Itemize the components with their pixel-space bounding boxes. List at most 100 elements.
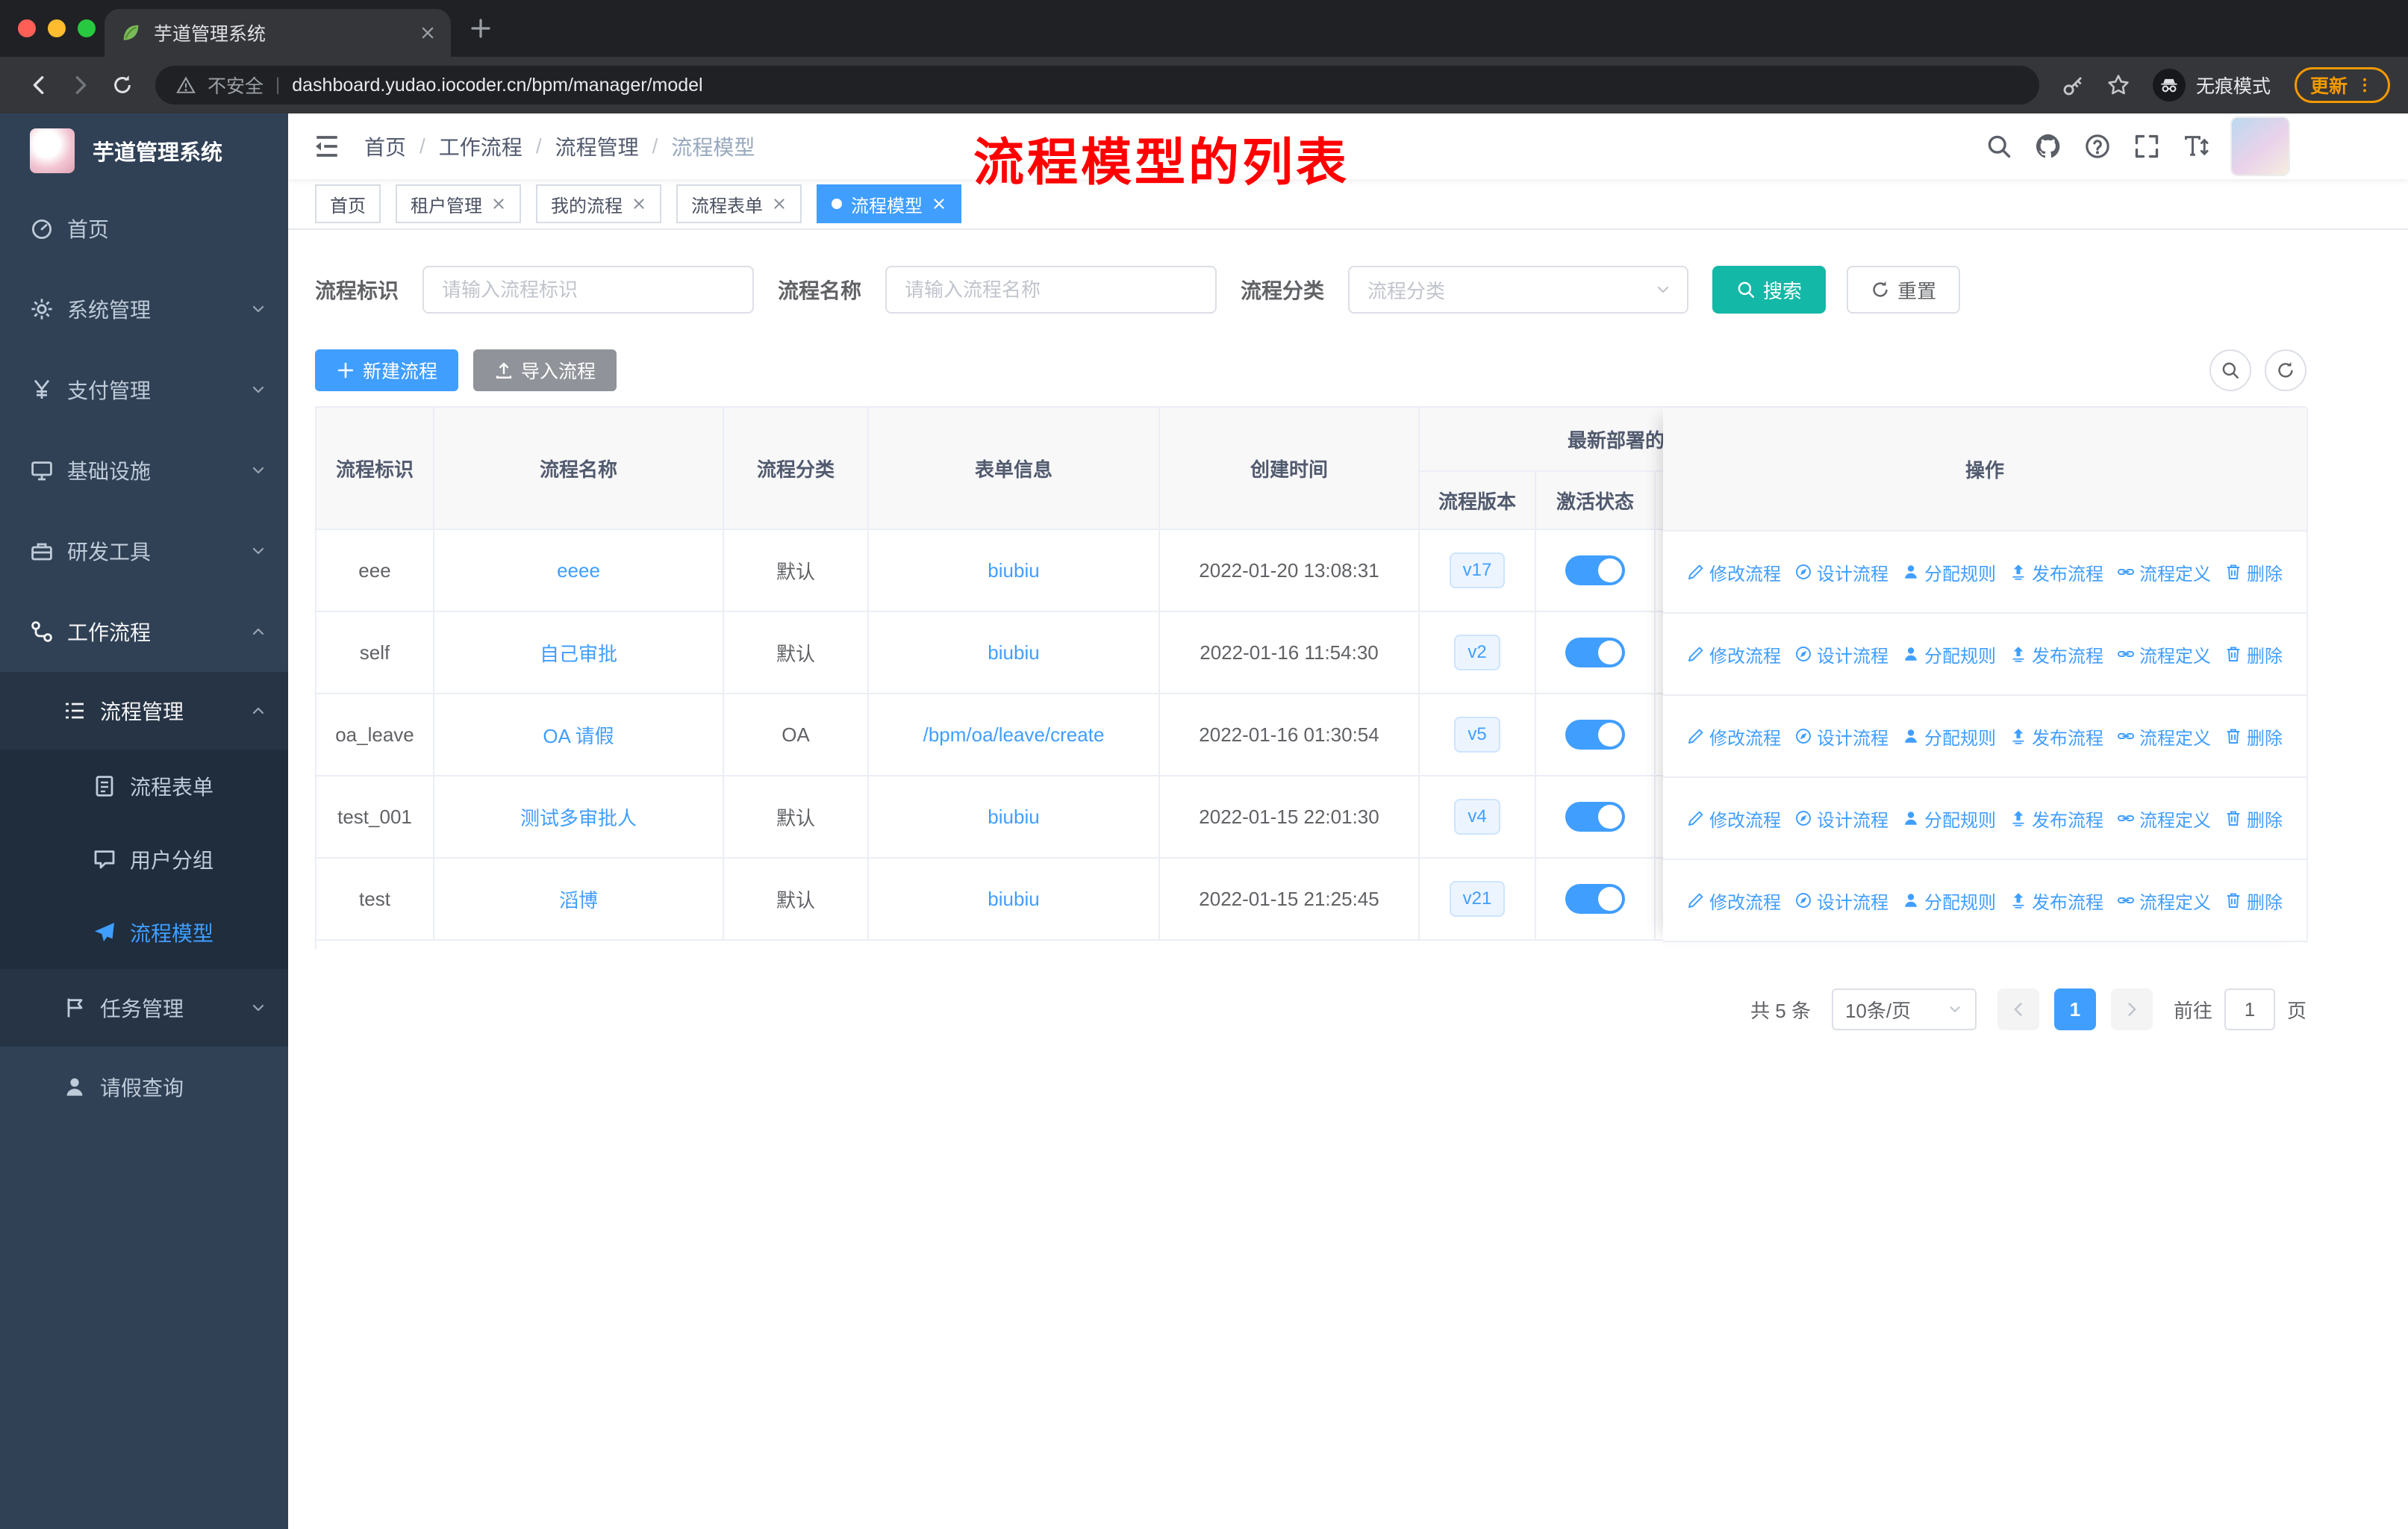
window-zoom-button[interactable] (78, 19, 96, 37)
import-process-button[interactable]: 导入流程 (473, 349, 617, 391)
action-delete-link[interactable]: 删除 (2224, 806, 2283, 832)
process-key-input[interactable] (422, 266, 755, 314)
form-info-link[interactable]: /bpm/oa/leave/create (923, 723, 1105, 746)
action-edit-link[interactable]: 修改流程 (1687, 723, 1781, 750)
action-publish-link[interactable]: 发布流程 (2009, 888, 2103, 914)
form-info-link[interactable]: biubiu (988, 888, 1039, 910)
form-info-link[interactable]: biubiu (988, 641, 1039, 664)
sidebar-item-payment[interactable]: 支付管理 (0, 349, 288, 430)
close-icon[interactable] (631, 196, 646, 211)
active-toggle[interactable] (1565, 638, 1625, 667)
tag-process-form[interactable]: 流程表单 (676, 184, 802, 223)
process-name-link[interactable]: eeee (557, 559, 600, 582)
form-info-link[interactable]: biubiu (988, 559, 1039, 582)
action-design-link[interactable]: 设计流程 (1794, 888, 1888, 914)
action-definition-link[interactable]: 流程定义 (2117, 559, 2211, 585)
sidebar-item-infrastructure[interactable]: 基础设施 (0, 430, 288, 511)
create-process-button[interactable]: 新建流程 (315, 349, 459, 391)
sidebar-item-process-model[interactable]: 流程模型 (0, 896, 288, 969)
action-definition-link[interactable]: 流程定义 (2117, 723, 2211, 750)
bookmark-star-icon[interactable] (2106, 73, 2130, 97)
active-toggle[interactable] (1565, 802, 1625, 832)
more-menu-icon[interactable] (2355, 75, 2374, 95)
search-button[interactable]: 搜索 (1712, 266, 1827, 314)
close-icon[interactable] (491, 196, 506, 211)
help-icon[interactable] (2084, 133, 2111, 160)
new-tab-button[interactable] (469, 16, 493, 40)
browser-reload-button[interactable] (102, 64, 143, 106)
window-minimize-button[interactable] (48, 19, 66, 37)
breadcrumb-item[interactable]: 流程管理 (555, 131, 639, 161)
password-key-icon[interactable] (2062, 73, 2086, 97)
close-icon[interactable] (772, 196, 787, 211)
action-delete-link[interactable]: 删除 (2224, 888, 2283, 914)
browser-forward-button[interactable] (60, 64, 102, 106)
prev-page-button[interactable] (1997, 988, 2039, 1030)
tag-my-process[interactable]: 我的流程 (536, 184, 661, 223)
sidebar-item-task-management[interactable]: 任务管理 (0, 969, 288, 1047)
action-assign-link[interactable]: 分配规则 (1902, 559, 1996, 585)
action-definition-link[interactable]: 流程定义 (2117, 888, 2211, 914)
sidebar-logo[interactable]: 芋道管理系统 (0, 113, 288, 188)
action-definition-link[interactable]: 流程定义 (2117, 806, 2211, 832)
action-delete-link[interactable]: 删除 (2224, 723, 2283, 750)
reset-button[interactable]: 重置 (1847, 266, 1961, 314)
close-icon[interactable] (932, 196, 946, 211)
browser-tab[interactable]: 芋道管理系统 (105, 9, 451, 57)
category-select[interactable]: 流程分类 (1348, 266, 1689, 314)
action-design-link[interactable]: 设计流程 (1794, 641, 1888, 667)
chrome-update-button[interactable]: 更新 (2294, 67, 2390, 103)
tag-tenant[interactable]: 租户管理 (396, 184, 521, 223)
action-publish-link[interactable]: 发布流程 (2009, 723, 2103, 750)
next-page-button[interactable] (2110, 988, 2153, 1030)
search-icon[interactable] (1986, 133, 2012, 160)
sidebar-item-leave-query[interactable]: 请假查询 (0, 1047, 288, 1127)
toggle-search-button[interactable] (2209, 349, 2251, 391)
sidebar-item-system[interactable]: 系统管理 (0, 269, 288, 349)
page-size-select[interactable]: 10条/页 (1831, 988, 1977, 1030)
active-toggle[interactable] (1565, 884, 1625, 914)
window-close-button[interactable] (18, 19, 36, 37)
process-name-link[interactable]: 自己审批 (540, 643, 617, 665)
action-edit-link[interactable]: 修改流程 (1687, 559, 1781, 585)
tag-home[interactable]: 首页 (315, 184, 381, 223)
sidebar-item-home[interactable]: 首页 (0, 188, 288, 269)
action-edit-link[interactable]: 修改流程 (1687, 888, 1781, 914)
current-page-button[interactable]: 1 (2053, 988, 2096, 1030)
refresh-table-button[interactable] (2265, 349, 2306, 391)
security-label[interactable]: 不安全 (208, 72, 263, 99)
process-name-link[interactable]: 滔博 (559, 889, 598, 912)
tab-close-icon[interactable] (419, 25, 436, 41)
action-delete-link[interactable]: 删除 (2224, 559, 2283, 585)
action-publish-link[interactable]: 发布流程 (2009, 641, 2103, 667)
action-design-link[interactable]: 设计流程 (1794, 806, 1888, 832)
action-assign-link[interactable]: 分配规则 (1902, 641, 1996, 667)
breadcrumb-item[interactable]: 首页 (364, 131, 406, 161)
breadcrumb-item[interactable]: 工作流程 (439, 131, 523, 161)
action-edit-link[interactable]: 修改流程 (1687, 806, 1781, 832)
browser-back-button[interactable] (18, 64, 60, 106)
action-definition-link[interactable]: 流程定义 (2117, 641, 2211, 667)
active-toggle[interactable] (1565, 720, 1625, 750)
action-assign-link[interactable]: 分配规则 (1902, 888, 1996, 914)
fullscreen-icon[interactable] (2133, 133, 2160, 160)
action-publish-link[interactable]: 发布流程 (2009, 806, 2103, 832)
tag-process-model-active[interactable]: 流程模型 (817, 184, 961, 223)
github-icon[interactable] (2035, 133, 2062, 160)
goto-page-input[interactable] (2224, 988, 2275, 1030)
font-size-icon[interactable] (2183, 133, 2209, 160)
incognito-indicator[interactable]: 无痕模式 (2152, 69, 2271, 102)
sidebar-item-devtools[interactable]: 研发工具 (0, 511, 288, 591)
sidebar-item-process-form[interactable]: 流程表单 (0, 750, 288, 823)
sidebar-item-workflow[interactable]: 工作流程 (0, 591, 288, 672)
address-bar[interactable]: 不安全 | dashboard.yudao.iocoder.cn/bpm/man… (155, 66, 2039, 105)
action-edit-link[interactable]: 修改流程 (1687, 641, 1781, 667)
active-toggle[interactable] (1565, 555, 1625, 585)
action-design-link[interactable]: 设计流程 (1794, 723, 1888, 750)
sidebar-fold-icon[interactable] (312, 131, 342, 161)
process-name-link[interactable]: 测试多审批人 (520, 807, 637, 829)
sidebar-item-process-management[interactable]: 流程管理 (0, 672, 288, 750)
action-design-link[interactable]: 设计流程 (1794, 559, 1888, 585)
process-name-input[interactable] (885, 266, 1217, 314)
action-assign-link[interactable]: 分配规则 (1902, 806, 1996, 832)
